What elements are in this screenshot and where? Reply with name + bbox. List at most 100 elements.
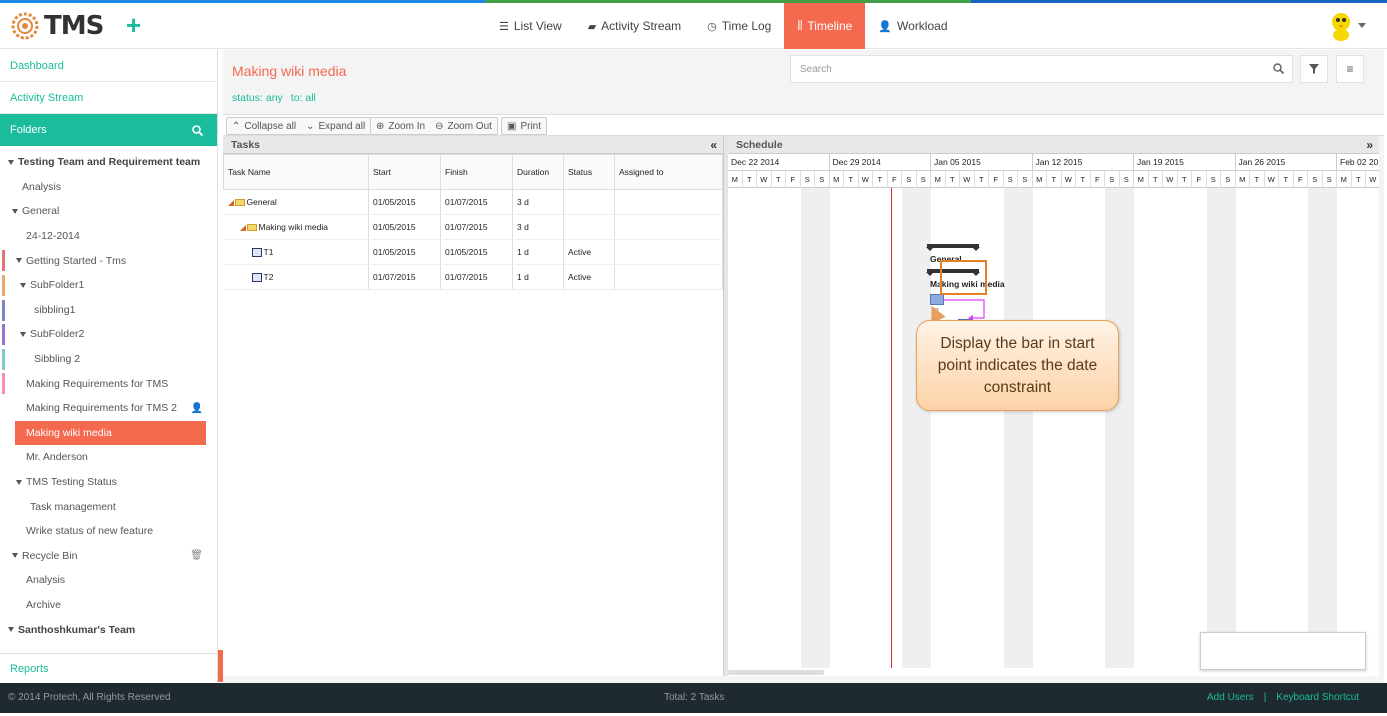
caret-down-icon[interactable] [20,331,26,337]
avatar[interactable] [1328,11,1354,41]
sidebar-tree-item[interactable]: Getting Started - Tms [0,248,217,273]
schedule-panel-title: Schedule [736,138,783,151]
zoom-in-button[interactable]: ⊕ Zoom In [371,118,430,134]
filter-status[interactable]: status: any [232,92,283,104]
sidebar-tree-item[interactable]: Task management [0,494,217,519]
table-row[interactable]: Making wiki media 01/05/2015 01/07/2015 3 d [223,214,723,240]
nav-workload[interactable]: 👤 Workload [865,3,960,49]
day-label: T [1250,171,1265,188]
expand-triangle-icon[interactable] [239,224,246,231]
expand-all-button[interactable]: ⌄ Expand all [301,118,370,134]
weekend-column [902,188,931,668]
sidebar-tree-item[interactable]: Analysis [0,175,217,200]
trash-icon[interactable]: 🗑 [190,550,203,561]
sidebar-tree-item[interactable]: Archive [0,593,217,618]
sidebar-tree-item[interactable]: Wrike status of new feature [0,519,217,544]
caret-down-icon[interactable] [20,282,26,288]
user-icon[interactable]: 👤 [191,403,203,414]
sidebar-reports[interactable]: Reports [0,653,217,683]
menu-button[interactable]: ≡ [1336,55,1364,83]
sidebar-tree-item[interactable]: SubFolder2 [0,322,217,347]
caret-down-icon[interactable] [8,627,14,633]
sidebar-activity-stream[interactable]: Activity Stream [0,82,217,114]
sidebar-tree-item[interactable]: General [0,199,217,224]
cell-text: 01/07/2015 [445,222,488,232]
table-cell [614,214,723,240]
caret-down-icon[interactable] [8,159,14,165]
cell-text: Active [568,247,592,257]
col-finish[interactable]: Finish [440,154,513,190]
sidebar-tree-item[interactable]: sibbling1 [0,298,217,323]
caret-down-icon[interactable] [16,258,22,264]
nav-list-view[interactable]: ☰ List View [486,3,575,49]
sidebar-tree-item[interactable]: 24-12-2014 [0,224,217,249]
expand-right-icon[interactable]: » [1366,138,1373,152]
add-plus-icon[interactable]: + [126,12,141,38]
add-users-link[interactable]: Add Users [1207,692,1254,703]
sidebar-tree-item[interactable]: TMS Testing Status [0,470,217,495]
collapse-all-button[interactable]: ⌃ Collapse all [227,118,301,134]
table-cell: Active [563,239,615,265]
sidebar-tree-item[interactable]: Analysis [0,568,217,593]
caret-down-icon[interactable] [12,553,18,559]
filter-button[interactable] [1300,55,1328,83]
tasks-panel-title: Tasks [231,138,260,151]
col-task-name[interactable]: Task Name [223,154,369,190]
nav-timeline[interactable]: ⫼ Timeline [784,3,866,49]
list-icon: ☰ [499,20,509,33]
horizontal-scrollbar[interactable] [728,670,824,675]
cell-text: 01/07/2015 [373,272,416,282]
col-assigned-to[interactable]: Assigned to [614,154,723,190]
table-row[interactable]: T2 01/07/2015 01/07/2015 1 d Active [223,264,723,290]
print-button[interactable]: ▣ Print [502,118,546,134]
tasks-panel-header: Tasks « [223,136,723,154]
sidebar-tree-item[interactable]: Testing Team and Requirement team [0,150,217,175]
sidebar-dashboard[interactable]: Dashboard [0,50,217,82]
sidebar-tree-item[interactable]: Mr. Anderson [0,445,217,470]
day-label: F [786,171,801,188]
sidebar-tree-item[interactable]: Sibbling 2 [0,347,217,372]
cell-text: 01/05/2015 [373,222,416,232]
filter-to[interactable]: to: all [291,92,316,104]
sidebar-tree-item[interactable]: Santhoshkumar's Team [0,617,217,642]
collapse-left-icon[interactable]: « [710,138,717,152]
col-start[interactable]: Start [368,154,441,190]
caret-down-icon[interactable] [12,208,18,214]
search-icon[interactable] [192,124,203,136]
footer-copyright: © 2014 Protech, All Rights Reserved [8,692,171,703]
caret-down-icon[interactable] [16,479,22,485]
sidebar-folders-header[interactable]: Folders [0,114,217,146]
zoom-out-button[interactable]: ⊖ Zoom Out [430,118,497,134]
tms-logo[interactable]: TMS [10,7,105,45]
collapse-all-label: Collapse all [244,120,297,132]
sidebar-tree-item[interactable]: SubFolder1 [0,273,217,298]
expand-triangle-icon[interactable] [227,199,234,206]
folder-color-marker [2,299,5,321]
day-label: F [989,171,1004,188]
table-cell: 01/07/2015 [440,264,513,290]
user-menu-chevron-down-icon[interactable] [1358,23,1366,28]
week-header: Dec 22 2014 Dec 29 2014 Jan 05 2015 Jan 12 … [728,154,1379,171]
sidebar: Dashboard Activity Stream Folders Testin… [0,50,218,683]
day-label: S [800,171,815,188]
footer-total-tasks: Total: 2 Tasks [664,692,725,703]
table-row[interactable]: General 01/05/2015 01/07/2015 3 d [223,189,723,215]
sidebar-tree-item[interactable]: Making Requirements for TMS 2 👤 [0,396,217,421]
sidebar-tree-item[interactable]: Making wiki media [15,420,206,446]
col-status[interactable]: Status [563,154,615,190]
summary-bar-general[interactable] [926,244,980,251]
nav-activity-stream[interactable]: ▰ Activity Stream [575,3,694,49]
sidebar-tree-item[interactable]: Making Requirements for TMS [0,371,217,396]
search-placeholder: Search [800,63,832,75]
col-duration[interactable]: Duration [512,154,564,190]
nav-time-log[interactable]: ◷ Time Log [694,3,784,49]
keyboard-shortcut-link[interactable]: Keyboard Shortcut [1276,692,1359,703]
search-input[interactable]: Search [790,55,1293,83]
sidebar-tree-item[interactable]: Recycle Bin 🗑 [0,544,217,569]
sidebar-tree-item-label: Santhoshkumar's Team [18,623,136,636]
search-icon[interactable] [1273,63,1284,74]
day-label: T [1148,171,1163,188]
comment-icon: ▰ [587,20,597,33]
table-cell: General [223,189,369,215]
table-row[interactable]: T1 01/05/2015 01/05/2015 1 d Active [223,239,723,265]
